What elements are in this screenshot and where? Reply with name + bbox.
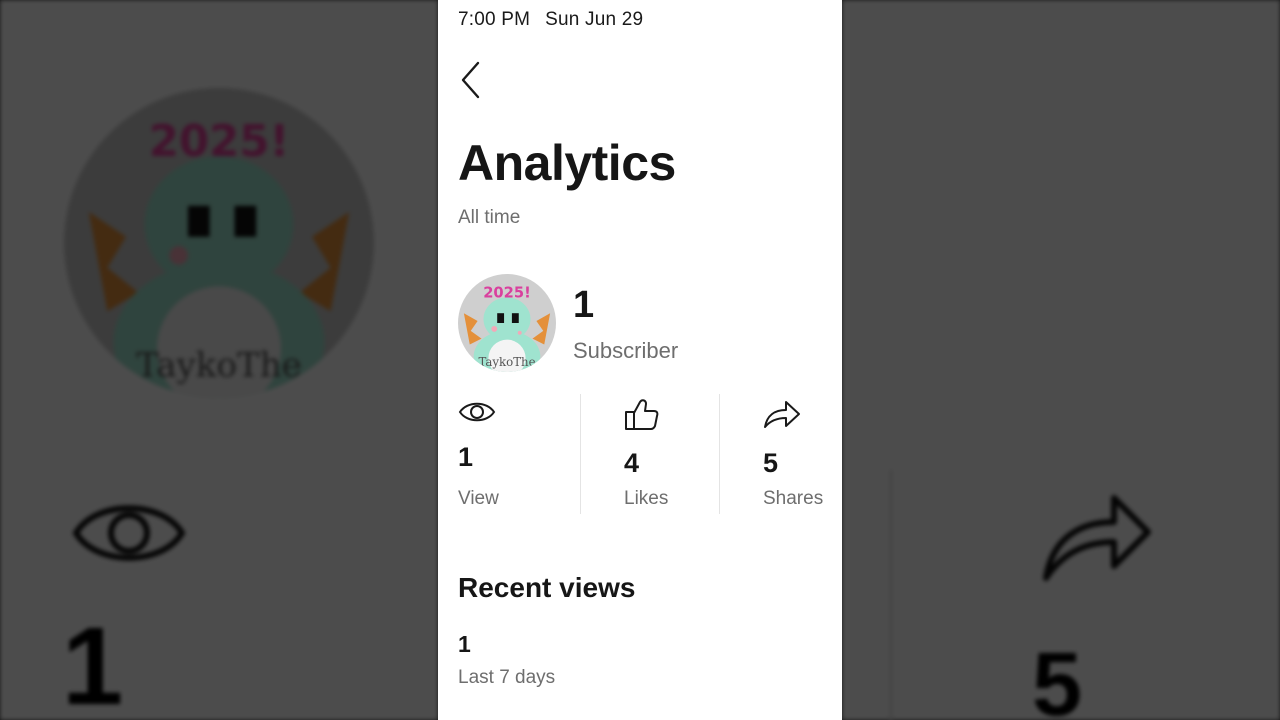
- status-time: 7:00 PM: [458, 9, 531, 30]
- subscriber-count: 1: [573, 284, 595, 326]
- blurred-background-left: 2025! TaykoThe 1: [0, 0, 438, 720]
- stat-shares[interactable]: 5 Shares: [763, 394, 842, 514]
- page-title: Analytics: [458, 135, 676, 191]
- stat-divider: [580, 394, 581, 514]
- video-frame: 2025! TaykoThe 1 5 7:00 PM Sun Jun 29: [0, 0, 1280, 720]
- channel-avatar[interactable]: 2025! TaykoThe: [458, 274, 556, 372]
- recent-views-count: 1: [458, 631, 471, 657]
- recent-views-period: Last 7 days: [458, 667, 556, 688]
- svg-text:TaykoThe: TaykoThe: [478, 355, 535, 369]
- stat-divider: [719, 394, 720, 514]
- views-count: 1: [458, 442, 474, 472]
- subscriber-label: Subscriber: [573, 338, 679, 363]
- stat-views[interactable]: 1 View: [458, 394, 578, 514]
- svg-text:2025!: 2025!: [483, 285, 531, 302]
- back-button[interactable]: [454, 58, 494, 102]
- likes-count: 4: [624, 448, 640, 478]
- chevron-left-icon: [461, 61, 480, 99]
- recent-views-title: Recent views: [458, 572, 636, 603]
- views-label: View: [458, 488, 499, 509]
- thumbs-up-icon: [625, 399, 659, 430]
- stat-likes[interactable]: 4 Likes: [624, 394, 744, 514]
- share-icon: [764, 401, 800, 428]
- status-bar: 7:00 PM Sun Jun 29: [458, 9, 643, 31]
- blurred-background-right: 5: [842, 0, 1280, 720]
- eye-icon: [458, 402, 496, 422]
- shares-count: 5: [763, 448, 779, 478]
- likes-label: Likes: [624, 488, 669, 509]
- status-date: Sun Jun 29: [545, 9, 644, 30]
- shares-label: Shares: [763, 488, 824, 509]
- analytics-screen: 7:00 PM Sun Jun 29 Analytics All time 202…: [438, 0, 842, 720]
- time-range-label: All time: [458, 207, 521, 228]
